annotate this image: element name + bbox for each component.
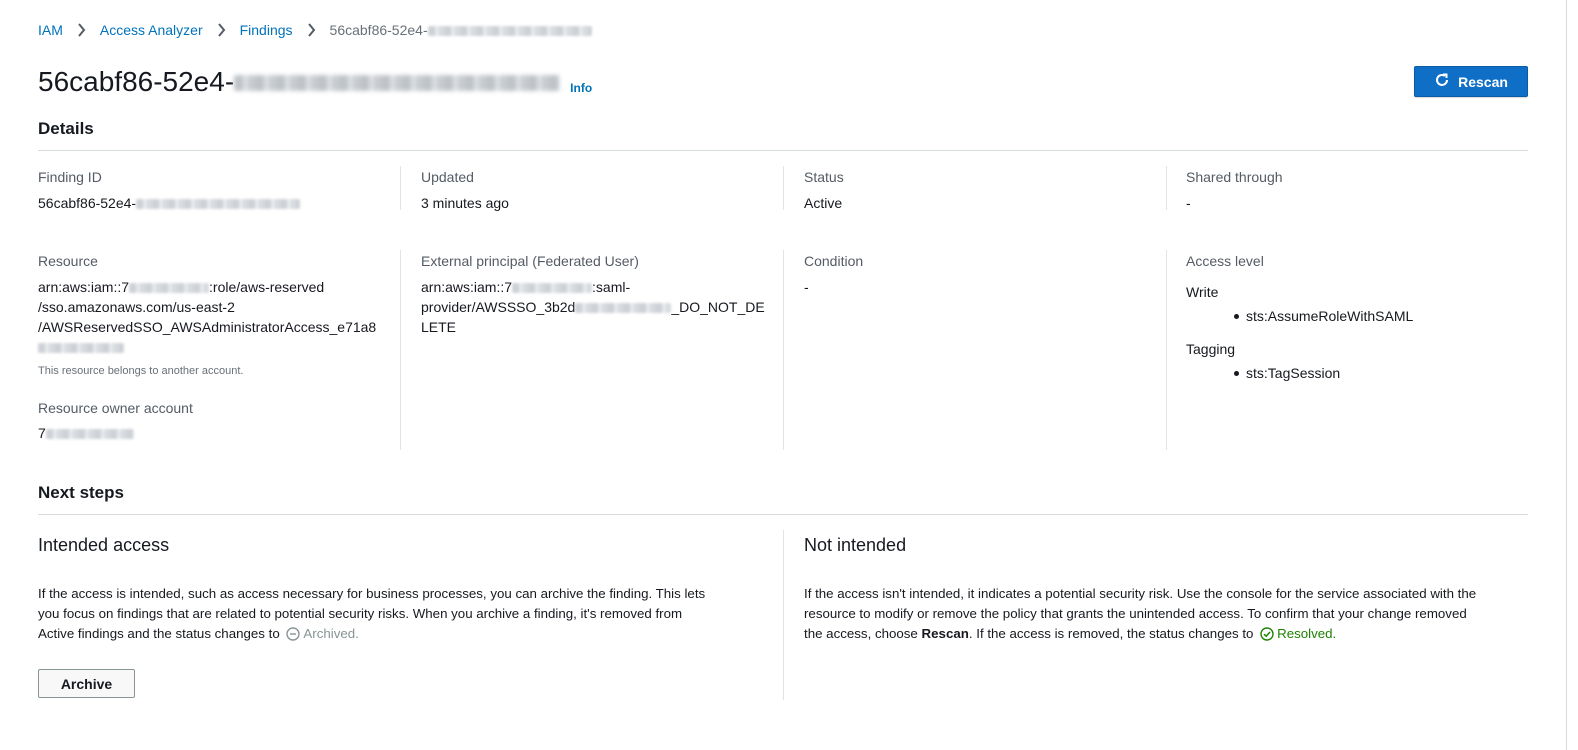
details-divider [38, 150, 1528, 151]
resource-arn-part: :role/aws-reserved [209, 279, 325, 295]
principal-arn-part: arn:aws:iam::7 [421, 279, 513, 295]
action-label: sts:TagSession [1246, 365, 1341, 381]
redacted-text [38, 343, 124, 354]
updated-field: Updated 3 minutes ago [421, 168, 783, 213]
resource-arn-part: arn:aws:iam::7 [38, 279, 130, 295]
archived-status: Archived. [303, 626, 359, 641]
principal-arn-part: provider/AWSSSO_3b2d [421, 299, 576, 315]
shared-through-value: - [1186, 195, 1191, 211]
access-group-tagging: Tagging [1186, 341, 1236, 357]
external-principal-field: External principal (Federated User) arn:… [421, 252, 783, 337]
paragraph-text: the access, choose [804, 626, 918, 641]
chevron-right-icon [217, 23, 226, 37]
chevron-right-icon [307, 23, 316, 37]
refresh-icon [1434, 72, 1450, 91]
finding-id-label: Finding ID [38, 169, 102, 185]
column-divider [783, 530, 784, 700]
redacted-text [129, 283, 210, 294]
shared-through-field: Shared through - [1186, 168, 1548, 213]
resource-value: arn:aws:iam::7 :role/aws-reserved /sso.am… [38, 277, 400, 357]
updated-value: 3 minutes ago [421, 195, 509, 211]
column-divider [1166, 166, 1167, 210]
status-value: Active [804, 195, 843, 211]
breadcrumb: IAM Access Analyzer Findings 56cabf86-52… [38, 22, 592, 38]
condition-label: Condition [804, 253, 864, 269]
archived-icon [286, 627, 301, 647]
condition-field: Condition - [804, 252, 1166, 297]
resolved-check-icon [1260, 627, 1274, 647]
next-steps-heading: Next steps [38, 483, 124, 502]
column-divider [783, 166, 784, 210]
resolved-status: Resolved. [1277, 626, 1337, 641]
redacted-text [575, 303, 672, 314]
principal-arn-part: :saml- [592, 279, 631, 295]
page-scrollbar[interactable] [1566, 0, 1578, 750]
bullet-icon [1234, 370, 1239, 376]
not-intended-text: If the access isn't intended, it indicat… [804, 584, 1534, 647]
paragraph-line: If the access is intended, such as acces… [38, 586, 706, 601]
column-divider [783, 250, 784, 450]
status-label: Status [804, 169, 844, 185]
resource-owner-value: 7 [38, 423, 400, 443]
chevron-right-icon [77, 23, 86, 37]
breadcrumb-findings[interactable]: Findings [240, 22, 293, 38]
info-link[interactable]: Info [570, 81, 592, 95]
breadcrumb-current-label: 56cabf86-52e4- [329, 22, 428, 38]
next-steps-divider [38, 514, 1528, 515]
resource-arn-line: /sso.amazonaws.com/us-east-2 [38, 299, 235, 315]
access-level-field: Access level Write sts:AssumeRoleWithSAM… [1186, 252, 1548, 381]
paragraph-line: If the access isn't intended, it indicat… [804, 586, 1477, 601]
bullet-icon [1234, 313, 1239, 319]
external-principal-value: arn:aws:iam::7 :saml- provider/AWSSSO_3b2… [421, 277, 783, 337]
redacted-text [234, 75, 561, 91]
paragraph-line: resource to modify or remove the policy … [804, 606, 1467, 621]
shared-through-label: Shared through [1186, 169, 1283, 185]
access-level-label: Access level [1186, 253, 1264, 269]
principal-arn-line: LETE [421, 319, 457, 335]
column-divider [400, 166, 401, 210]
redacted-text [45, 429, 134, 440]
rescan-emphasis: Rescan [921, 626, 969, 641]
resource-label: Resource [38, 253, 98, 269]
page-title: 56cabf86-52e4- Info [38, 66, 592, 98]
resource-arn-line: /AWSReservedSSO_AWSAdministratorAccess_e… [38, 319, 377, 335]
finding-id-field: Finding ID 56cabf86-52e4- [38, 168, 400, 213]
not-intended-heading: Not intended [804, 535, 907, 555]
principal-arn-part: _DO_NOT_DE [671, 299, 765, 315]
intended-access-heading: Intended access [38, 535, 170, 555]
rescan-button[interactable]: Rescan [1414, 66, 1528, 97]
redacted-text [136, 199, 301, 210]
list-item: sts:AssumeRoleWithSAML [1186, 308, 1548, 324]
status-field: Status Active [804, 168, 1166, 213]
finding-id-value: 56cabf86-52e4- [38, 193, 400, 213]
resource-owner-label: Resource owner account [38, 400, 193, 416]
finding-id-text: 56cabf86-52e4- [38, 195, 137, 211]
resource-field: Resource arn:aws:iam::7 :role/aws-reserve… [38, 252, 400, 443]
redacted-text [427, 26, 592, 37]
breadcrumb-access-analyzer[interactable]: Access Analyzer [100, 22, 203, 38]
breadcrumb-iam[interactable]: IAM [38, 22, 63, 38]
updated-label: Updated [421, 169, 474, 185]
rescan-label: Rescan [1458, 73, 1508, 90]
list-item: sts:TagSession [1186, 365, 1548, 381]
paragraph-text: . If the access is removed, the status c… [968, 626, 1254, 641]
paragraph-line: Active findings and the status changes t… [38, 626, 280, 641]
resource-owner-text: 7 [38, 425, 46, 441]
resource-note: This resource belongs to another account… [38, 365, 244, 377]
column-divider [400, 250, 401, 450]
archive-button[interactable]: Archive [38, 669, 135, 698]
condition-value: - [804, 279, 809, 295]
intended-access-text: If the access is intended, such as acces… [38, 584, 768, 647]
action-label: sts:AssumeRoleWithSAML [1246, 308, 1414, 324]
details-heading: Details [38, 119, 94, 138]
external-principal-label: External principal (Federated User) [421, 253, 639, 269]
paragraph-line: you focus on findings that are related t… [38, 606, 683, 621]
access-group-write: Write [1186, 284, 1219, 300]
column-divider [1166, 250, 1167, 450]
redacted-text [512, 283, 593, 294]
breadcrumb-current: 56cabf86-52e4- [330, 22, 592, 38]
page-title-text: 56cabf86-52e4- [38, 66, 235, 97]
